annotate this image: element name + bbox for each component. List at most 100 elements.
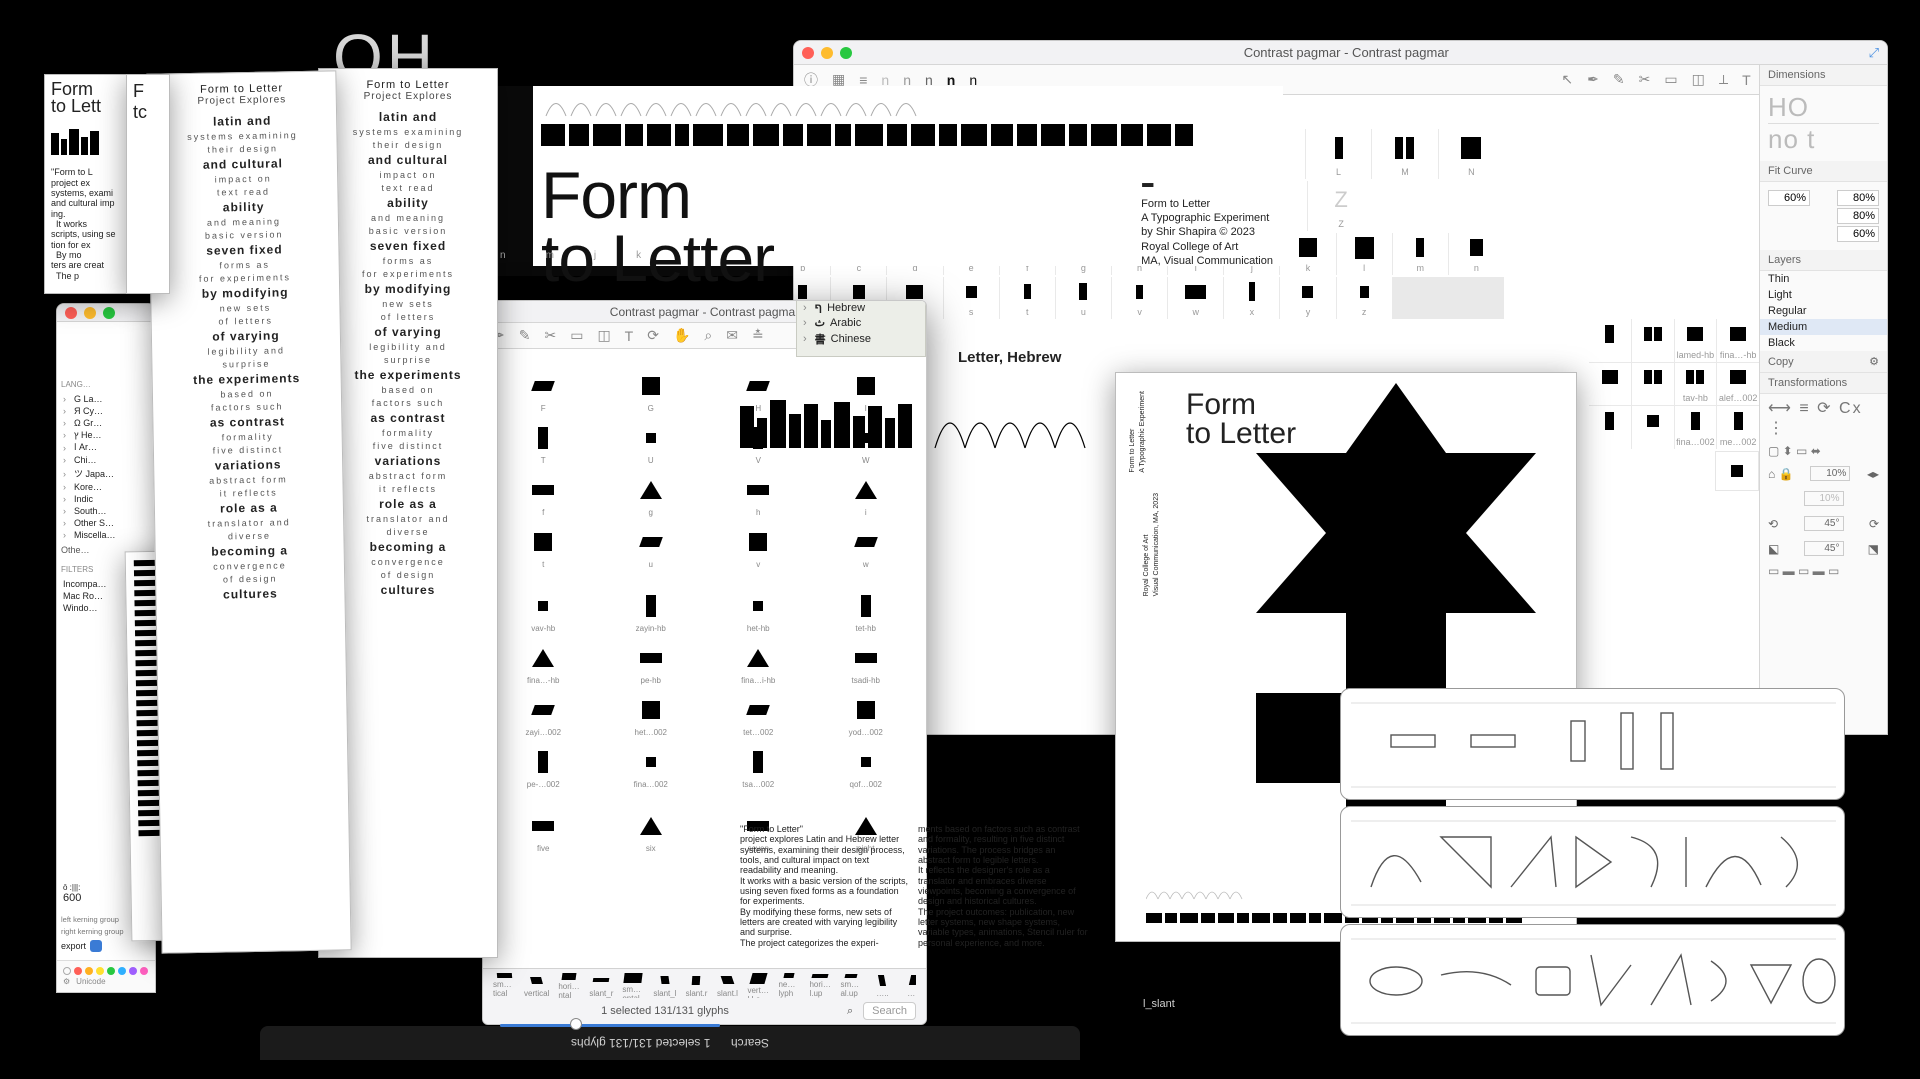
skew-icon[interactable]: ⬕ [1768, 542, 1779, 556]
fit-v2[interactable] [1837, 190, 1879, 206]
layer-item[interactable]: Black [1760, 335, 1887, 351]
lang-item[interactable]: ツ Japa… [57, 466, 155, 481]
glyph-cell[interactable]: w [1168, 277, 1223, 319]
glyph-cell[interactable] [1589, 363, 1631, 406]
glyph-cell[interactable]: zayi…002 [491, 695, 596, 737]
glyph-cell[interactable]: x [1224, 277, 1279, 319]
glyph-cell[interactable]: pe-hb [599, 643, 704, 685]
zoom-slider[interactable] [500, 1022, 720, 1028]
category-chip[interactable]: vertical [524, 973, 549, 998]
glyph-cell[interactable]: G [599, 371, 704, 413]
lang-item[interactable]: Я Cy… [57, 405, 155, 417]
glyph-cell[interactable]: tet-hb [814, 591, 919, 633]
category-chip[interactable]: ….. [871, 973, 893, 998]
fit-v3[interactable] [1837, 208, 1879, 224]
titlebar-left[interactable] [57, 304, 155, 322]
scissors-icon[interactable]: ✂ [544, 327, 556, 344]
glyph-cell[interactable]: lamed-hb [1675, 319, 1717, 362]
glyph-cell[interactable]: y [1280, 277, 1335, 319]
glyph-cell[interactable]: fina…i-hb [706, 643, 811, 685]
pencil-icon[interactable]: ✎ [519, 327, 531, 344]
glyph-cell[interactable]: i [814, 475, 919, 517]
mail-icon[interactable]: ✉ [726, 327, 738, 344]
angle2-field[interactable]: 45° [1804, 541, 1844, 556]
category-chip[interactable]: slant_l [653, 973, 676, 998]
glyph-cell[interactable]: h [706, 475, 811, 517]
crop-tool-icon[interactable]: ◫ [1692, 71, 1705, 88]
scale-field[interactable]: 10% [1810, 466, 1850, 481]
glyph-cell[interactable]: me…002 [1717, 406, 1759, 449]
glyph-cell[interactable]: t [1000, 277, 1055, 319]
category-chip[interactable]: slant.l [716, 973, 738, 998]
lang-item[interactable]: ا Ar… [57, 441, 155, 454]
pencil-tool-icon[interactable]: ✎ [1613, 71, 1625, 88]
zoom-icon[interactable] [103, 307, 115, 319]
rect-icon[interactable]: ▭ [570, 327, 583, 344]
scale2-field[interactable]: 10% [1804, 491, 1844, 506]
fit-v1[interactable] [1768, 190, 1810, 206]
lang-item[interactable]: Kore… [57, 481, 155, 493]
glyph-cell[interactable]: s [944, 277, 999, 319]
glyph-cell[interactable]: U [599, 423, 704, 465]
lang-item[interactable]: Chi… [57, 454, 155, 466]
glyph-cell[interactable]: M [1372, 129, 1437, 179]
glyph-cell[interactable]: five [491, 811, 596, 853]
gear-icon[interactable]: ⚙ [1869, 355, 1879, 368]
glyph-cell[interactable]: u [1056, 277, 1111, 319]
glyph-cell[interactable]: t [491, 527, 596, 569]
lang-item[interactable]: ثArabic [797, 315, 925, 330]
category-chip[interactable]: ….. [902, 973, 916, 998]
close-icon[interactable] [65, 307, 77, 319]
search-icon[interactable]: ⌕ [847, 1005, 853, 1018]
slider-icon[interactable]: ≛ [752, 327, 764, 344]
glyph-cell[interactable]: k [1280, 233, 1335, 275]
glyph-cell[interactable]: tsadi-hb [814, 643, 919, 685]
lock-icon[interactable]: ⌂ 🔒 [1768, 467, 1794, 481]
glyph-cell[interactable]: F [491, 371, 596, 413]
category-chip[interactable]: hori…l.up [809, 973, 831, 998]
glyph-cell[interactable]: l [1337, 233, 1392, 275]
glyph-cell[interactable] [1632, 319, 1674, 362]
fitcurve-header[interactable]: Fit Curve [1760, 161, 1887, 182]
layers-header[interactable]: Layers [1760, 250, 1887, 271]
glyph-cell[interactable] [1632, 363, 1674, 406]
category-chip[interactable]: sm…ontal [622, 973, 644, 998]
glyph-cell[interactable]: v [706, 527, 811, 569]
lang-item[interactable]: ףHebrew [797, 301, 925, 315]
rotate-icon[interactable]: ⟲ [1768, 517, 1778, 531]
glyph-cell[interactable]: T [491, 423, 596, 465]
transforms-header[interactable]: Transformations [1760, 373, 1887, 394]
glyph-cell[interactable]: tet…002 [706, 695, 811, 737]
knife-tool-icon[interactable]: ✂ [1639, 71, 1651, 88]
glyph-cell[interactable]: N [1439, 129, 1504, 179]
lang-item[interactable]: G La… [57, 393, 155, 405]
lang-item[interactable]: Miscella… [57, 529, 155, 541]
glyph-cell[interactable]: het-hb [706, 591, 811, 633]
rotate-icon[interactable]: ⟳ [647, 327, 659, 344]
stepper-icon[interactable]: ◂▸ [1867, 467, 1879, 481]
glyph-cell[interactable]: v [1112, 277, 1167, 319]
glyph-cell[interactable]: pe-…002 [491, 747, 596, 789]
titlebar[interactable]: Contrast pagmar - Contrast pagmar ⤢ [794, 41, 1887, 65]
layer-item[interactable]: Thin [1760, 271, 1887, 287]
glyph-cell[interactable] [1632, 406, 1674, 449]
category-chip[interactable]: sm…tical [493, 973, 515, 998]
search-icon[interactable]: ⌕ [704, 327, 712, 344]
gear-icon[interactable]: ⚙ [63, 977, 70, 986]
category-chip[interactable]: ne…lyph [778, 973, 800, 998]
glyph-cell[interactable]: n [1449, 233, 1504, 275]
search-input[interactable]: Search [863, 1002, 916, 1020]
category-chip[interactable]: slant.r [685, 973, 707, 998]
glyph-cell[interactable]: vav-hb [491, 591, 596, 633]
lang-item[interactable]: Other S… [57, 517, 155, 529]
lang-item[interactable]: 書Chinese [797, 330, 925, 348]
glyph-cell[interactable]: qof…002 [814, 747, 919, 789]
category-chip[interactable]: vert…l.Lo [747, 973, 769, 998]
ruler-tool-icon[interactable]: ⟂ [1719, 71, 1728, 88]
glyph-cell[interactable]: f [491, 475, 596, 517]
layer-item[interactable]: Light [1760, 287, 1887, 303]
glyph-cell[interactable] [1589, 406, 1631, 449]
category-chip[interactable]: slant_r [589, 973, 613, 998]
glyph-cell[interactable]: L [1306, 129, 1371, 179]
skew2-icon[interactable]: ⬔ [1868, 542, 1879, 556]
